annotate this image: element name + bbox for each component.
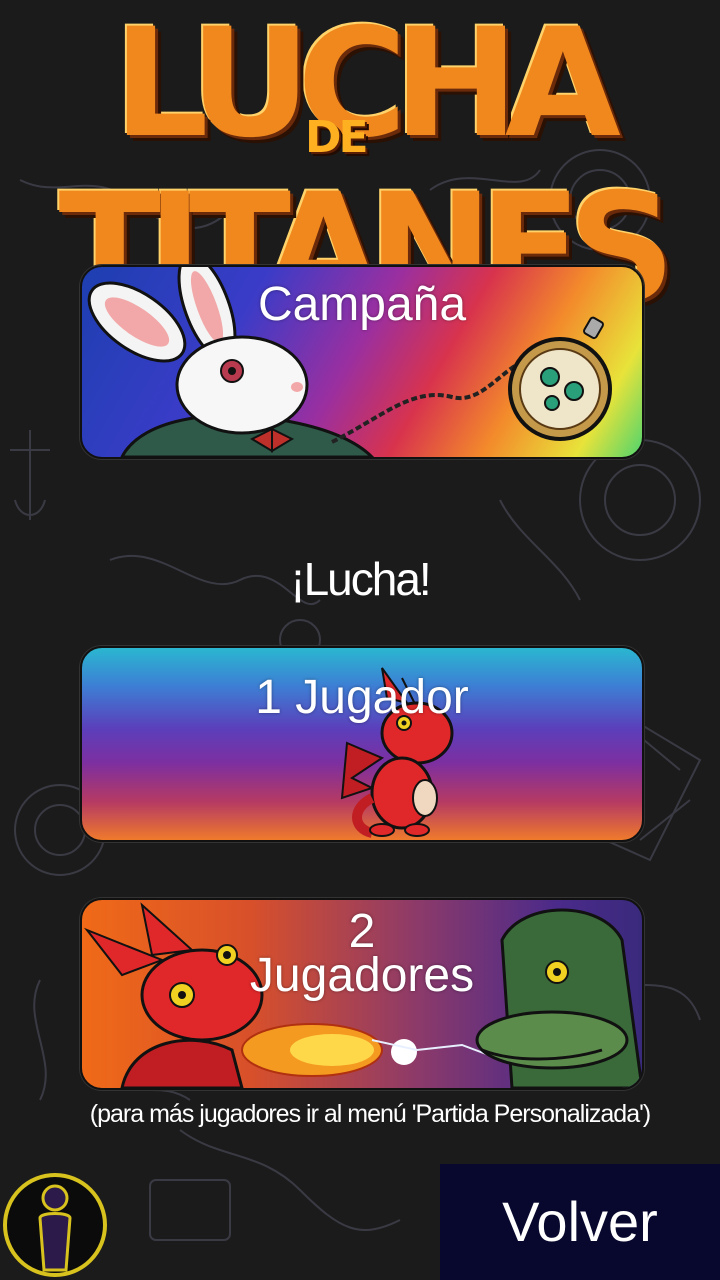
two-players-button[interactable]: 2 Jugadores [80,898,644,1090]
title-connector: DE [305,112,369,163]
player-silhouette-icon[interactable] [0,1170,110,1280]
two-players-line2: Jugadores [249,949,475,1002]
one-player-button[interactable]: 1 Jugador [80,646,644,842]
back-button[interactable]: Volver [440,1164,720,1280]
fight-heading: ¡Lucha! [290,553,431,605]
one-player-label: 1 Jugador [255,671,469,724]
campaign-button[interactable]: Campaña [80,265,644,459]
campaign-label: Campaña [257,278,467,331]
more-players-hint: (para más jugadores ir al menú 'Partida … [89,1100,651,1128]
game-title-logo: LUCHA TITANES DE [0,0,720,332]
